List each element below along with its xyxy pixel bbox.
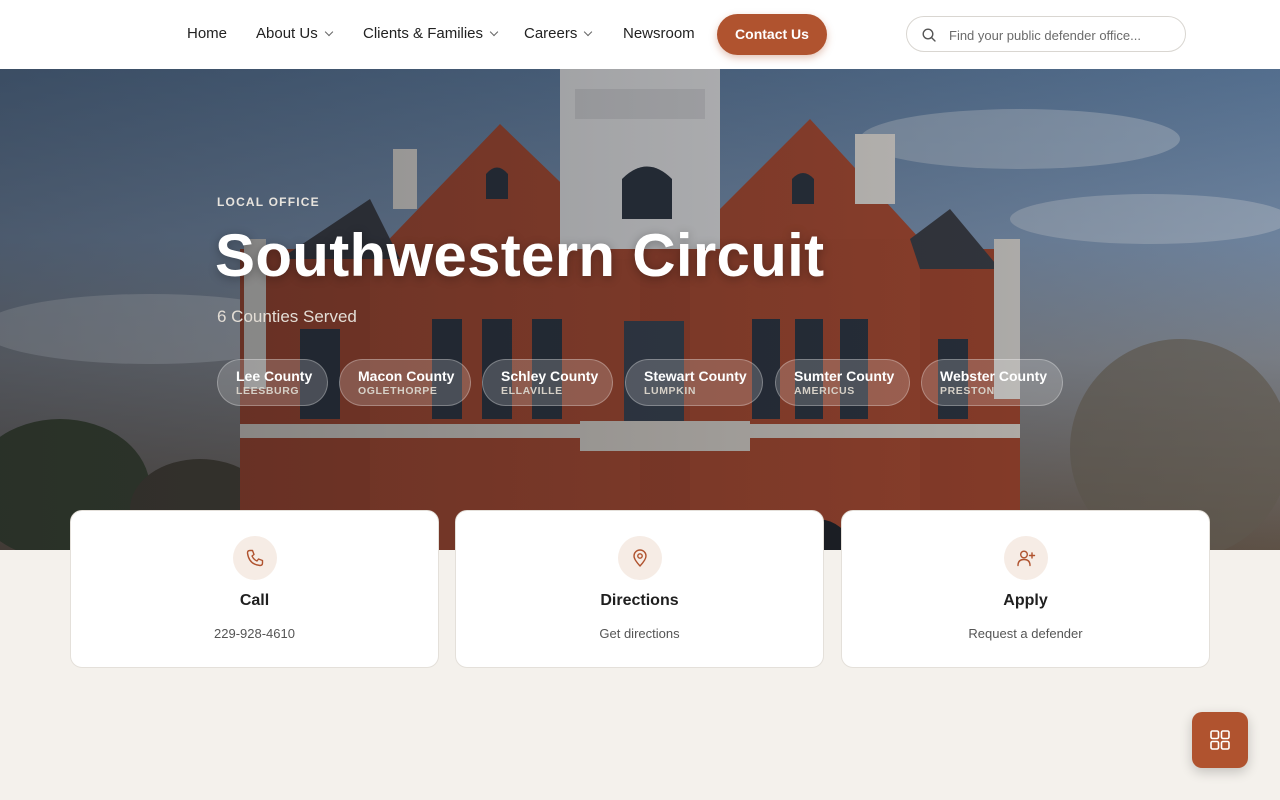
county-name: Stewart County	[644, 368, 747, 384]
chevron-down-icon	[324, 27, 333, 37]
apply-desc: Request a defender	[968, 626, 1083, 641]
county-city: PRESTON	[940, 385, 995, 397]
hero-section: LOCAL OFFICE Southwestern Circuit 6 Coun…	[0, 69, 1280, 550]
grid-icon	[1210, 730, 1230, 750]
counties-served-count: 6 Counties Served	[217, 307, 357, 326]
apply-icon-wrap	[1004, 536, 1048, 580]
directions-desc: Get directions	[599, 626, 680, 641]
nav-careers[interactable]: Careers	[524, 24, 593, 44]
top-navigation: Home About Us Clients & Families Careers…	[0, 0, 1280, 69]
nav-careers-label: Careers	[524, 25, 578, 42]
directions-icon-wrap	[618, 536, 662, 580]
hero-eyebrow: LOCAL OFFICE	[217, 195, 320, 209]
call-card[interactable]: Call 229-928-4610	[70, 510, 439, 668]
quick-menu-button[interactable]	[1192, 712, 1248, 768]
county-city: ELLAVILLE	[501, 385, 563, 397]
county-name: Lee County	[236, 368, 313, 384]
county-name: Sumter County	[794, 368, 895, 384]
apply-title: Apply	[1003, 592, 1048, 609]
nav-newsroom-label: Newsroom	[623, 25, 695, 42]
chevron-down-icon	[584, 27, 593, 37]
nav-clients-families[interactable]: Clients & Families	[363, 24, 499, 44]
directions-title: Directions	[600, 592, 679, 609]
county-name: Macon County	[358, 368, 455, 384]
phone-icon	[246, 549, 264, 567]
apply-card[interactable]: Apply Request a defender	[841, 510, 1210, 668]
search-input[interactable]	[949, 25, 1174, 45]
county-city: OGLETHORPE	[358, 385, 438, 397]
county-chip-macon[interactable]: Macon County OGLETHORPE	[339, 359, 471, 406]
county-chip-webster[interactable]: Webster County PRESTON	[921, 359, 1063, 406]
nav-about-us-label: About Us	[256, 25, 318, 42]
county-city: AMERICUS	[794, 385, 855, 397]
map-pin-icon	[633, 549, 647, 567]
call-icon-wrap	[233, 536, 277, 580]
county-chip-sumter[interactable]: Sumter County AMERICUS	[775, 359, 910, 406]
call-title: Call	[239, 592, 270, 609]
contact-us-button[interactable]: Contact Us	[717, 14, 827, 55]
county-chip-stewart[interactable]: Stewart County LUMPKIN	[625, 359, 763, 406]
county-name: Schley County	[501, 368, 599, 384]
user-plus-icon	[1017, 550, 1036, 567]
county-chip-schley[interactable]: Schley County ELLAVILLE	[482, 359, 613, 406]
nav-about-us[interactable]: About Us	[256, 24, 333, 44]
nav-home-label: Home	[187, 25, 228, 42]
page-title: Southwestern Circuit	[215, 222, 825, 289]
nav-home[interactable]: Home	[187, 24, 227, 44]
nav-newsroom[interactable]: Newsroom	[623, 24, 695, 44]
county-name: Webster County	[940, 368, 1048, 384]
search-icon	[922, 28, 936, 42]
county-city: LUMPKIN	[644, 385, 697, 397]
county-city: LEESBURG	[236, 385, 300, 397]
chevron-down-icon	[489, 27, 499, 37]
directions-card[interactable]: Directions Get directions	[455, 510, 824, 668]
nav-clients-families-label: Clients & Families	[363, 25, 484, 42]
hero-overlay	[0, 69, 1280, 550]
county-chip-lee[interactable]: Lee County LEESBURG	[217, 359, 328, 406]
search-box	[906, 16, 1186, 52]
call-phone-number: 229-928-4610	[214, 626, 295, 641]
